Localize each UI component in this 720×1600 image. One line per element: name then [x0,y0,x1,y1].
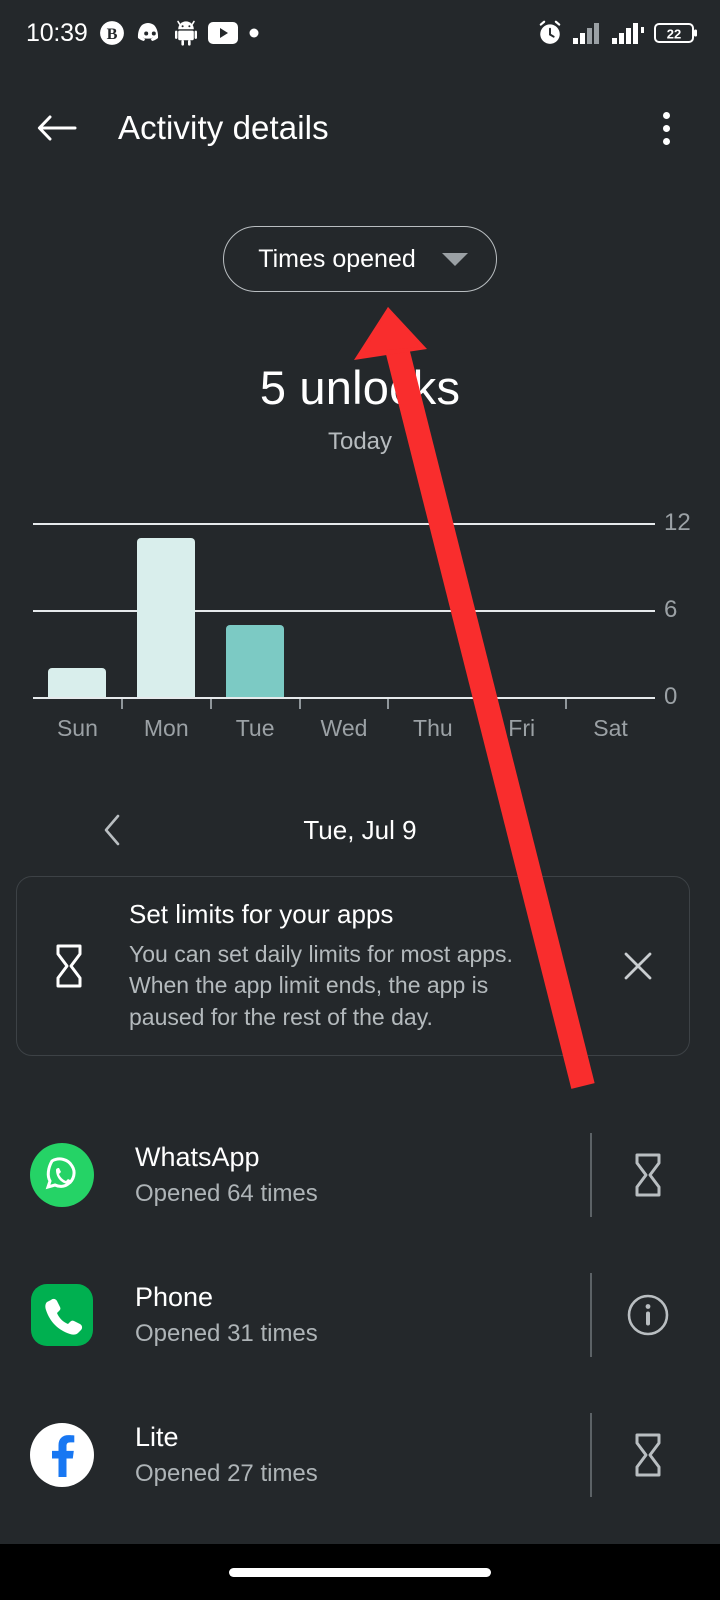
app-usage-list: WhatsApp Opened 64 times Phone Opened 31… [0,1105,720,1525]
row-divider [590,1413,592,1497]
banner-title: Set limits for your apps [129,899,394,930]
chart-x-tick [209,699,212,709]
app-icon [28,1281,96,1349]
more-vertical-icon [662,124,670,132]
chart-bar[interactable] [48,668,107,697]
chart-x-axis-label: Tue [235,715,275,741]
set-limits-banner[interactable]: Set limits for your apps You can set dai… [16,876,690,1056]
chart-x-tick [476,699,479,709]
usage-bar-chart[interactable]: 0 6 12 Sun Mon Tue Wed Thu Fri Sat [0,495,720,741]
whatsapp-icon [30,1143,94,1207]
hourglass-icon [47,944,91,988]
summary-subhead: Today [327,428,393,455]
activity-details-screen: 10:39 B 22 Activity details Times opened… [0,0,720,1600]
discord-icon [137,23,158,41]
app-row-action-button[interactable] [620,1147,676,1203]
date-navigator: Tue, Jul 9 [0,800,720,860]
status-bar-right: 22 [537,20,698,46]
chart-x-tick [298,699,301,709]
chevron-down-icon [441,252,468,266]
hourglass-icon [635,1433,661,1477]
app-icon [28,1141,96,1209]
back-button[interactable] [28,99,86,157]
home-indicator[interactable] [229,1567,491,1577]
youtube-icon [207,22,238,44]
chart-gridline [33,610,655,612]
app-icon [28,1421,96,1489]
chart-bar[interactable] [137,537,196,697]
more-vertical-icon [662,111,670,119]
current-date-label: Tue, Jul 9 [303,814,417,845]
chart-gridline [33,523,655,525]
hourglass-icon [635,1153,661,1197]
chart-x-axis-label: Sat [593,715,628,741]
chart-bar[interactable] [226,624,285,697]
chart-x-axis-label: Sun [56,715,98,741]
battery-level-text: 22 [667,26,681,41]
close-icon [624,952,652,980]
chart-y-axis-label: 12 [664,509,691,536]
row-divider [590,1133,592,1217]
phone-icon [31,1284,93,1346]
chart-x-axis-label: Thu [413,715,453,741]
status-bar: 10:39 B 22 [0,0,720,66]
banner-close-button[interactable] [609,950,667,982]
chart-y-axis-label: 6 [664,596,678,623]
battery-icon: 22 [654,23,697,43]
chart-x-axis-label: Mon [143,715,189,741]
status-bar-clock: 10:39 [26,18,88,47]
facebook-lite-icon [30,1423,94,1487]
row-divider [590,1273,592,1357]
alarm-icon [539,20,561,44]
status-bar-left: 10:39 B [26,19,259,48]
metric-selector-label: Times opened [258,244,416,273]
chart-x-axis-label: Fri [508,715,536,741]
app-row-action-button[interactable] [620,1287,676,1343]
signal-sim1-icon [573,23,599,44]
app-usage-row[interactable]: Phone Opened 31 times [0,1245,720,1385]
dot-icon [249,28,259,38]
chart-x-tick [387,699,390,709]
app-usage-row[interactable]: Lite Opened 27 times [0,1385,720,1525]
chart-y-axis-label: 0 [664,683,678,710]
summary-headline: 5 unlocks [259,361,461,414]
bitcoin-icon: B [99,21,124,45]
chart-x-tick [565,699,568,709]
svg-text:B: B [106,25,117,43]
chart-x-tick [120,699,123,709]
app-usage-row[interactable]: WhatsApp Opened 64 times [0,1105,720,1245]
system-navigation-bar [0,1544,720,1600]
android-icon [174,20,197,46]
metric-selector-row: Times opened [0,226,720,292]
back-arrow-icon [37,115,77,141]
info-icon [627,1294,669,1336]
banner-text-block: Set limits for your apps You can set dai… [91,899,609,1032]
app-bar: Activity details [0,86,720,170]
app-row-action-button[interactable] [620,1427,676,1483]
signal-sim2-icon [612,23,644,44]
page-title: Activity details [118,109,329,146]
chart-gridline [33,697,655,699]
more-vertical-icon [662,137,670,145]
metric-selector-chip[interactable]: Times opened [223,226,497,292]
chart-x-axis-label: Wed [320,715,368,741]
banner-body: You can set daily limits for most apps. … [129,941,513,1030]
overflow-menu-button[interactable] [642,102,690,154]
